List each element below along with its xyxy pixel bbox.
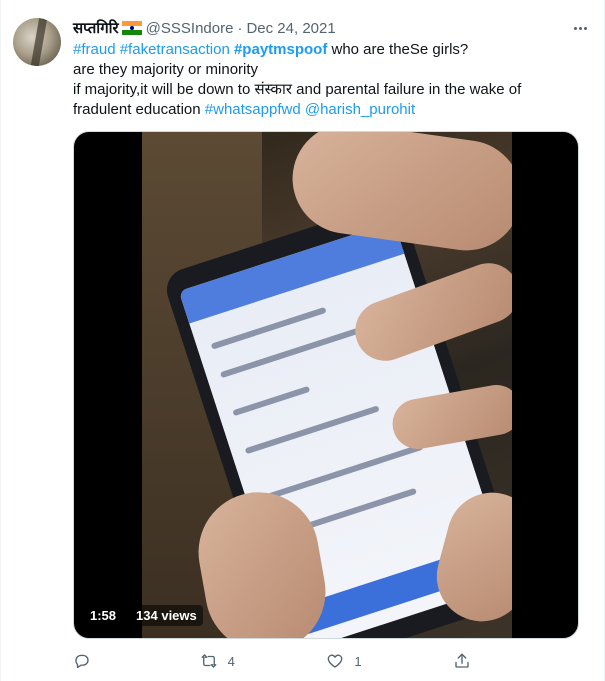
video-player[interactable]: 1:58 134 views	[73, 131, 579, 639]
reply-icon	[75, 654, 89, 669]
tweet-date[interactable]: Dec 24, 2021	[246, 20, 335, 37]
hashtag-paytmspoof[interactable]: #paytmspoof	[234, 41, 327, 58]
hashtag-fraud[interactable]: #fraud	[73, 41, 116, 58]
retweet-count: 4	[227, 653, 235, 669]
separator-dot: ·	[237, 19, 243, 37]
avatar[interactable]	[13, 18, 61, 66]
tweet-line-3: if majority,it will be down to संस्कार a…	[73, 81, 522, 98]
tweet-line-4-text: fradulent education	[73, 101, 205, 118]
india-flag-icon	[121, 21, 142, 35]
author-handle[interactable]: @SSSIndore	[146, 20, 234, 37]
tweet-line-2: are they majority or minority	[73, 61, 259, 78]
mention-harish-purohit[interactable]: @harish_purohit	[305, 101, 415, 118]
reply-button[interactable]	[73, 652, 133, 670]
tweet[interactable]: सप्तगिरि @SSSIndore · Dec 24, 2021 #frau…	[0, 0, 605, 681]
author-name[interactable]: सप्तगिरि	[73, 18, 119, 38]
tweet-header: सप्तगिरि @SSSIndore · Dec 24, 2021	[73, 16, 336, 40]
video-duration: 1:58	[84, 605, 123, 626]
retweet-icon	[201, 654, 217, 668]
like-button[interactable]: 1	[326, 652, 386, 670]
video-views: 134 views	[130, 605, 203, 626]
like-count: 1	[354, 653, 362, 669]
like-icon	[327, 654, 343, 668]
hashtag-faketransaction[interactable]: #faketransaction	[120, 41, 230, 58]
hashtag-whatsappfwd[interactable]: #whatsappfwd	[205, 101, 301, 118]
retweet-button[interactable]: 4	[200, 652, 260, 670]
share-button[interactable]	[453, 652, 513, 670]
more-icon[interactable]	[570, 18, 590, 38]
video-overlay: 1:58 134 views	[84, 605, 203, 626]
tweet-line-1-text: who are theSe girls?	[327, 41, 469, 58]
tweet-actions: 4 1	[73, 648, 513, 674]
tweet-line-4: fradulent education #whatsappfwd @harish…	[73, 100, 593, 120]
video-frame	[142, 132, 512, 638]
share-icon	[455, 653, 469, 668]
tweet-line-1: #fraud #faketransaction #paytmspoof who …	[73, 40, 593, 60]
tweet-text: #fraud #faketransaction #paytmspoof who …	[73, 40, 593, 120]
